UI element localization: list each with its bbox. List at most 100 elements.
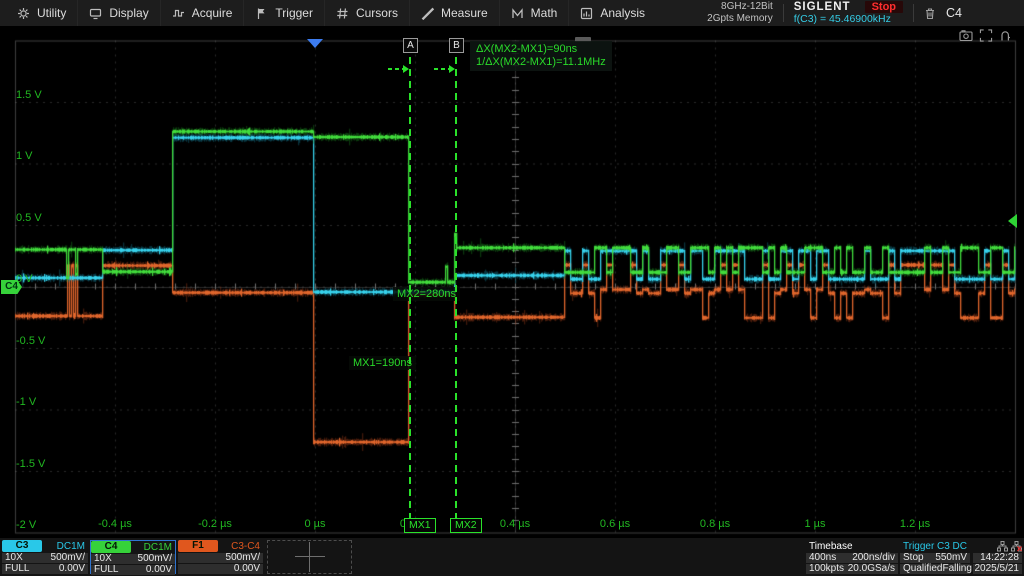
trigger-type: Qualified [903, 564, 942, 574]
add-channel-slot[interactable] [267, 540, 352, 574]
trigger-state: Stop [903, 553, 924, 563]
math-f1-descriptor[interactable]: F1 C3-C4 500mV/ 0.00V [178, 540, 263, 574]
delta-x-inverse-value: 1/ΔX(MX2-MX1)=11.1MHz [476, 56, 606, 69]
menu-item-label: Analysis [600, 6, 645, 20]
waveform-display[interactable]: 1.5 V 1 V 0.5 V 0 V -0.5 V -1 V -1.5 V -… [0, 26, 1024, 538]
math-f1-tab[interactable]: F1 [178, 540, 218, 552]
y-axis-label: 1.5 V [16, 89, 42, 101]
trigger-flag-icon [255, 7, 268, 20]
trigger-source: C3 DC [937, 541, 967, 552]
active-channel-indicator[interactable]: C4 [946, 6, 962, 20]
x-axis-label: 1 µs [780, 518, 850, 530]
timebase-title: Timebase [809, 541, 853, 552]
y-axis-label: 1 V [16, 150, 33, 162]
touch-gesture-icon[interactable] [999, 29, 1012, 42]
cursor-mx2-tag[interactable]: MX2 [450, 518, 482, 533]
menu-item-display[interactable]: Display [78, 0, 160, 26]
y-axis-label: 0.5 V [16, 212, 42, 224]
menu-item-label: Math [531, 6, 558, 20]
trash-icon[interactable] [924, 7, 936, 20]
timebase-points: 100kpts [809, 564, 844, 574]
channel-c4-coupling: DC1M [144, 542, 175, 553]
cursor-b-handle[interactable]: B [449, 38, 464, 53]
brand-logo: SIGLENT [794, 1, 851, 13]
x-axis-label: 0 µs [280, 518, 350, 530]
channel-c4-descriptor[interactable]: C4 DC1M 10X500mV/ FULL0.00V [90, 540, 176, 574]
y-axis-label: -1 V [16, 396, 36, 408]
display-icon [89, 7, 102, 20]
math-f1-scale: 500mV/ [226, 553, 260, 563]
math-f1-source: C3-C4 [231, 541, 263, 552]
cursor-delta-readout: ΔX(MX2-MX1)=90ns 1/ΔX(MX2-MX1)=11.1MHz [470, 41, 612, 71]
trigger-position-marker[interactable] [307, 39, 323, 48]
cursor-a-handle[interactable]: A [403, 38, 418, 53]
lan-icon [997, 541, 1008, 552]
cursor-mx1-tag[interactable]: MX1 [404, 518, 436, 533]
trigger-descriptor[interactable]: TriggerC3 DC Stop550mV QualifiedFalling [900, 540, 970, 574]
math-f1-offset: 0.00V [234, 564, 260, 574]
menu-item-measure[interactable]: Measure [410, 0, 500, 26]
cursor-b-arrow [434, 68, 449, 70]
oscilloscope-screen: Utility Display Acquire Trigger Cursors … [0, 0, 1024, 576]
x-axis-label: 1.2 µs [880, 518, 950, 530]
channel-c3-scale: 500mV/ [51, 553, 85, 563]
menu-item-analysis[interactable]: Analysis [569, 0, 656, 26]
channel-c4-tab[interactable]: C4 [91, 541, 131, 553]
x-axis-label: -0.2 µs [180, 518, 250, 530]
clock-date: 2025/5/21 [975, 564, 1020, 574]
menu-item-label: Acquire [192, 6, 233, 20]
measure-icon [421, 7, 434, 20]
plus-icon [295, 542, 325, 572]
timebase-descriptor[interactable]: Timebase 400ns 200ns/div 100kpts 20.0GSa/s [806, 540, 898, 574]
cursor-mx1-line[interactable] [409, 45, 411, 533]
timebase-samplerate: 20.0GSa/s [848, 564, 895, 574]
gear-icon [17, 7, 30, 20]
channel-c4-offset: 0.00V [146, 565, 172, 575]
divider [783, 4, 784, 22]
channel-c4-probe: 10X [94, 554, 112, 564]
y-axis-label: -0.5 V [16, 335, 45, 347]
channel-c3-probe: 10X [5, 553, 23, 563]
menu-item-label: Measure [441, 6, 488, 20]
x-axis-label: 0.8 µs [680, 518, 750, 530]
channel-c4-bandwidth: FULL [94, 565, 118, 575]
status-bar: C3 DC1M 10X500mV/ FULL0.00V C4 DC1M 10X5… [0, 538, 1024, 576]
timebase-scale: 200ns/div [852, 553, 895, 563]
math-icon [511, 7, 524, 20]
trigger-level-marker[interactable] [1008, 214, 1017, 228]
acquire-icon [172, 7, 185, 20]
channel-c3-tab[interactable]: C3 [2, 540, 42, 552]
menu-item-math[interactable]: Math [500, 0, 570, 26]
frequency-counter: f(C3) = 45.46900kHz [794, 13, 903, 25]
x-axis-label: 0.6 µs [580, 518, 650, 530]
timebase-delay: 400ns [809, 553, 836, 563]
cursor-a-arrow [388, 68, 403, 70]
channel-c3-bandwidth: FULL [5, 564, 29, 574]
menu-item-cursors[interactable]: Cursors [325, 0, 410, 26]
cursor-mx2-line[interactable] [455, 45, 457, 533]
cursor-mx2-position-label: MX2=280ns [393, 287, 460, 301]
menu-item-utility[interactable]: Utility [6, 0, 78, 26]
run-state-badge[interactable]: Stop [865, 1, 903, 13]
cursor-mx1-position-label: MX1=190ns [349, 356, 416, 370]
fullscreen-icon[interactable] [979, 29, 993, 42]
channel-c3-offset: 0.00V [59, 564, 85, 574]
menu-item-label: Utility [37, 6, 66, 20]
x-axis-label: 0.4 µs [480, 518, 550, 530]
spec-bandwidth: 8GHz-12Bit [707, 1, 773, 13]
menu-item-acquire[interactable]: Acquire [161, 0, 245, 26]
menu-item-trigger[interactable]: Trigger [244, 0, 325, 26]
divider [913, 4, 914, 22]
system-spec: 8GHz-12Bit 2Gpts Memory [707, 1, 773, 25]
channel-c3-descriptor[interactable]: C3 DC1M 10X500mV/ FULL0.00V [2, 540, 88, 574]
lan-disconnected-icon [1011, 541, 1022, 552]
cursors-icon [336, 7, 349, 20]
menu-item-label: Display [109, 6, 148, 20]
delta-x-value: ΔX(MX2-MX1)=90ns [476, 43, 606, 56]
y-axis-label: -2 V [16, 519, 36, 531]
trigger-level: 550mV [935, 553, 967, 563]
analysis-icon [580, 7, 593, 20]
screenshot-camera-icon[interactable] [959, 29, 973, 42]
y-axis-label: -1.5 V [16, 458, 45, 470]
trigger-title: Trigger [903, 541, 934, 552]
